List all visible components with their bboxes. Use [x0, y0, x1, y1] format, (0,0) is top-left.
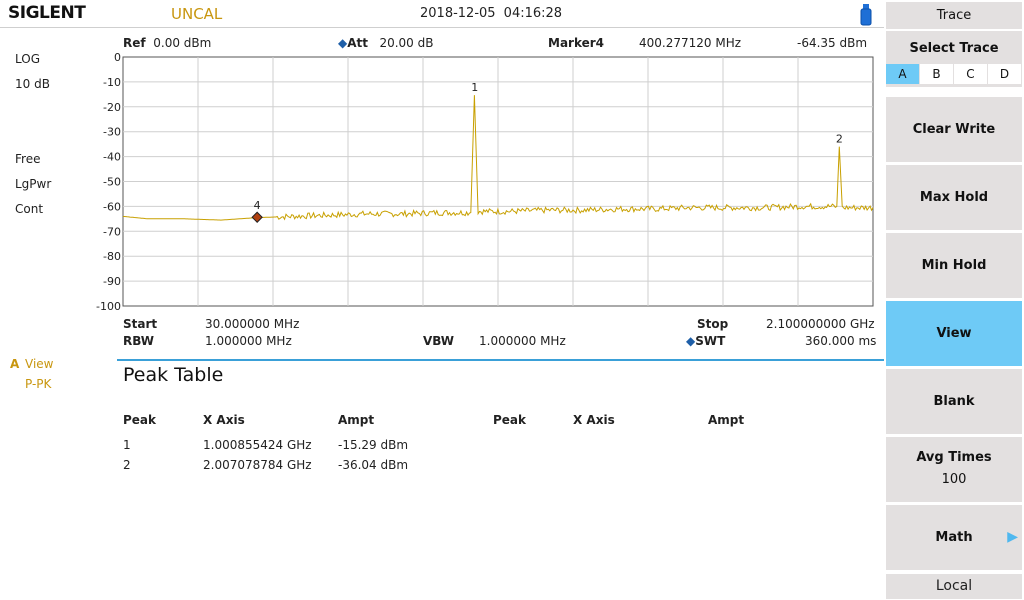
trace-letter: A [10, 357, 20, 371]
y-tick-label: -40 [103, 151, 121, 164]
y-tick-label: -10 [103, 76, 121, 89]
ampt-header-1: Ampt [338, 413, 375, 427]
vbw-value: 1.000000 MHz [479, 334, 566, 348]
peak-row-1-x: 1.000855424 GHz [203, 438, 312, 452]
peak-row-1-num: 1 [123, 438, 131, 452]
trace-option-d[interactable]: D [988, 64, 1022, 84]
marker-4-label: 4 [254, 199, 261, 212]
y-tick-label: -50 [103, 176, 121, 189]
max-hold-button[interactable]: Max Hold [886, 165, 1022, 230]
trigger-mode: Free [15, 152, 41, 166]
swt-label: SWT [695, 334, 726, 348]
peak-label: 2 [836, 133, 843, 146]
swt-value: 360.000 ms [805, 334, 877, 348]
uncal-indicator: UNCAL [171, 5, 223, 23]
diamond-icon: ◆ [686, 334, 696, 348]
trace-detector: P-PK [25, 377, 52, 391]
peak-row-2-x: 2.007078784 GHz [203, 458, 312, 472]
peak-row-1-ampt: -15.29 dBm [338, 438, 409, 452]
start-value: 30.000000 MHz [205, 317, 300, 331]
clear-write-button[interactable]: Clear Write [886, 97, 1022, 162]
peak-label: 1 [471, 81, 478, 94]
y-tick-label: 0 [114, 51, 121, 64]
xaxis-header-2: X Axis [573, 413, 615, 427]
trace-option-b[interactable]: B [920, 64, 954, 84]
y-tick-label: -90 [103, 275, 121, 288]
brand-logo: SIGLENT [8, 3, 86, 23]
start-label: Start [123, 317, 158, 331]
scale-div: 10 dB [15, 77, 50, 91]
trace-state: View [25, 357, 54, 371]
y-tick-label: -80 [103, 250, 121, 263]
avg-times-label: Avg Times [916, 450, 992, 465]
y-axis-ticks: 0 -10 -20 -30 -40 -50 -60 -70 -80 -90 -100 [96, 51, 121, 313]
select-trace-label: Select Trace [909, 41, 999, 56]
trace-option-c[interactable]: C [954, 64, 988, 84]
y-tick-label: -20 [103, 101, 121, 114]
scale-type: LOG [15, 52, 41, 66]
usb-icon [860, 4, 872, 26]
math-label: Math [935, 530, 973, 545]
y-tick-label: -100 [96, 300, 121, 313]
peak-header-1: Peak [123, 413, 157, 427]
datetime: 2018-12-05 04:16:28 [420, 6, 563, 21]
status-bar: SIGLENT UNCAL 2018-12-05 04:16:28 [0, 0, 884, 28]
math-button[interactable]: Math ▶ [886, 505, 1022, 570]
ampt-header-2: Ampt [708, 413, 745, 427]
peak-row-2-ampt: -36.04 dBm [338, 458, 409, 472]
view-button[interactable]: View [886, 301, 1022, 366]
menu-title: Trace [886, 2, 1022, 29]
peak-table-title: Peak Table [123, 364, 224, 386]
section-divider [117, 359, 884, 361]
peak-row-2-num: 2 [123, 458, 131, 472]
y-tick-label: -30 [103, 126, 121, 139]
avg-times-value: 100 [941, 472, 967, 487]
stop-label: Stop [697, 317, 729, 331]
sweep-mode: Cont [15, 202, 44, 216]
stop-value: 2.100000000 GHz [766, 317, 875, 331]
avg-times-button[interactable]: Avg Times 100 [886, 437, 1022, 502]
trace-option-a[interactable]: A [886, 64, 920, 84]
local-button[interactable]: Local [886, 574, 1022, 599]
y-tick-label: -60 [103, 200, 121, 213]
detector-mode: LgPwr [15, 177, 52, 191]
vbw-label: VBW [423, 334, 455, 348]
min-hold-button[interactable]: Min Hold [886, 233, 1022, 298]
marker-layer: 4 [251, 199, 263, 223]
rbw-label: RBW [123, 334, 154, 348]
graticule [122, 56, 874, 307]
trace-selector[interactable]: A B C D [886, 64, 1022, 84]
peak-header-2: Peak [493, 413, 527, 427]
rbw-value: 1.000000 MHz [205, 334, 292, 348]
blank-button[interactable]: Blank [886, 369, 1022, 434]
submenu-arrow-icon: ▶ [1007, 529, 1018, 545]
spectrum-graph[interactable]: 0 -10 -20 -30 -40 -50 -60 -70 -80 -90 -100 1 2 4 [96, 48, 880, 314]
y-tick-label: -70 [103, 225, 121, 238]
xaxis-header-1: X Axis [203, 413, 245, 427]
